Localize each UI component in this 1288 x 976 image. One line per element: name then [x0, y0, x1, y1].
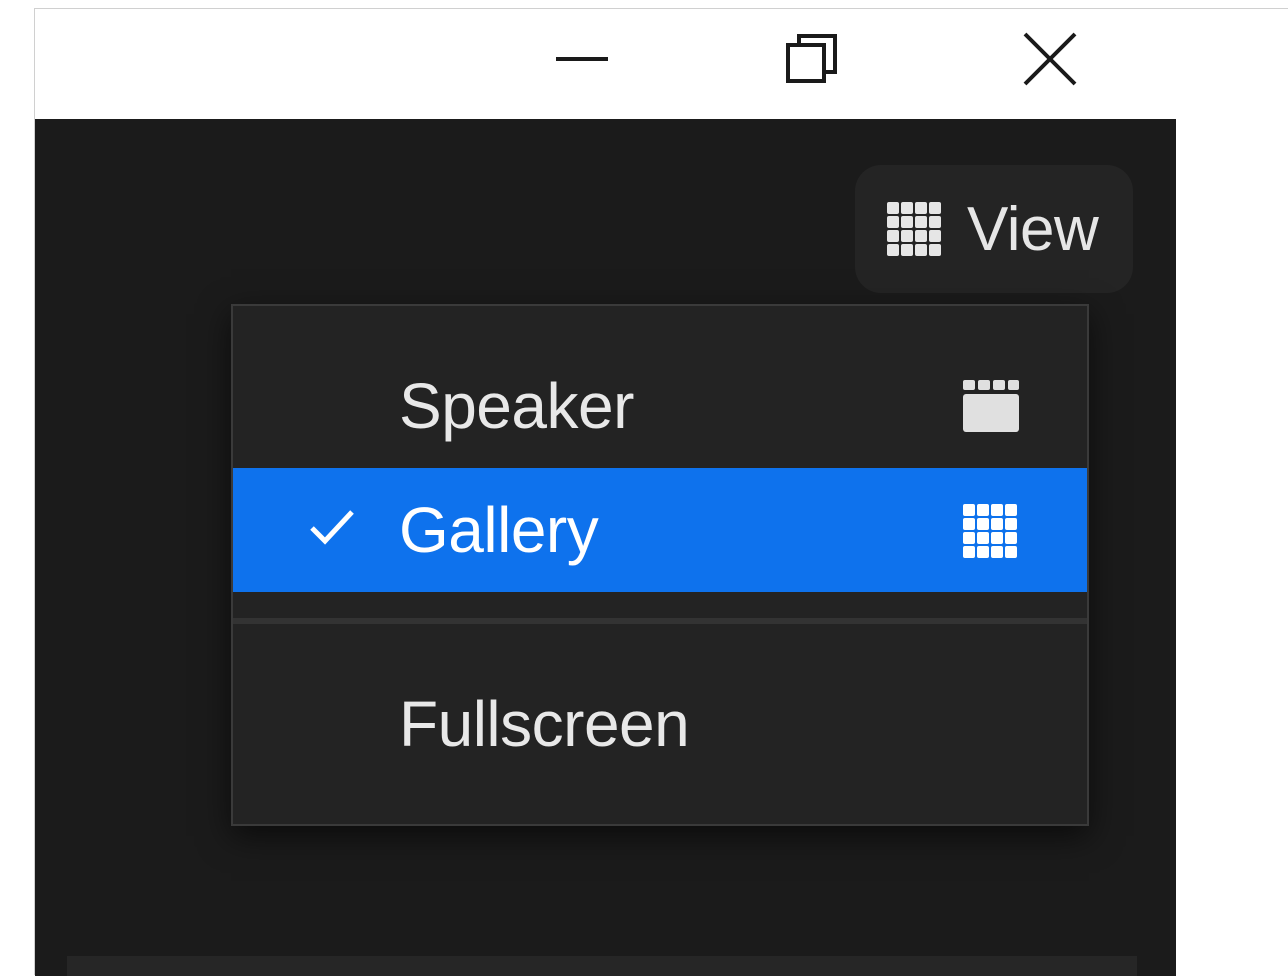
app-window: View Speaker Gallery Fullscreen: [34, 8, 1288, 976]
menu-item-label: Fullscreen: [399, 688, 690, 760]
minimize-icon: [556, 57, 608, 61]
menu-separator: [233, 618, 1087, 624]
speaker-view-icon: [963, 380, 1019, 432]
minimize-button[interactable]: [537, 9, 627, 109]
close-icon: [1023, 32, 1077, 86]
view-button-label: View: [967, 194, 1099, 264]
gallery-grid-icon: [887, 202, 941, 256]
menu-item-fullscreen[interactable]: Fullscreen: [233, 662, 1087, 786]
gallery-grid-icon: [963, 504, 1017, 558]
close-button[interactable]: [1005, 9, 1095, 109]
meeting-content-area: View Speaker Gallery Fullscreen: [35, 119, 1176, 976]
menu-item-gallery[interactable]: Gallery: [233, 468, 1087, 592]
menu-item-speaker[interactable]: Speaker: [233, 344, 1087, 468]
menu-item-label: Gallery: [399, 494, 599, 566]
checkmark-icon: [310, 510, 354, 545]
view-menu: Speaker Gallery Fullscreen: [231, 304, 1089, 826]
title-bar: [35, 9, 1176, 119]
bottom-toolbar-edge: [67, 956, 1137, 976]
view-button[interactable]: View: [855, 165, 1133, 293]
restore-button[interactable]: [767, 9, 857, 109]
restore-icon: [786, 34, 837, 83]
menu-item-label: Speaker: [399, 370, 634, 442]
